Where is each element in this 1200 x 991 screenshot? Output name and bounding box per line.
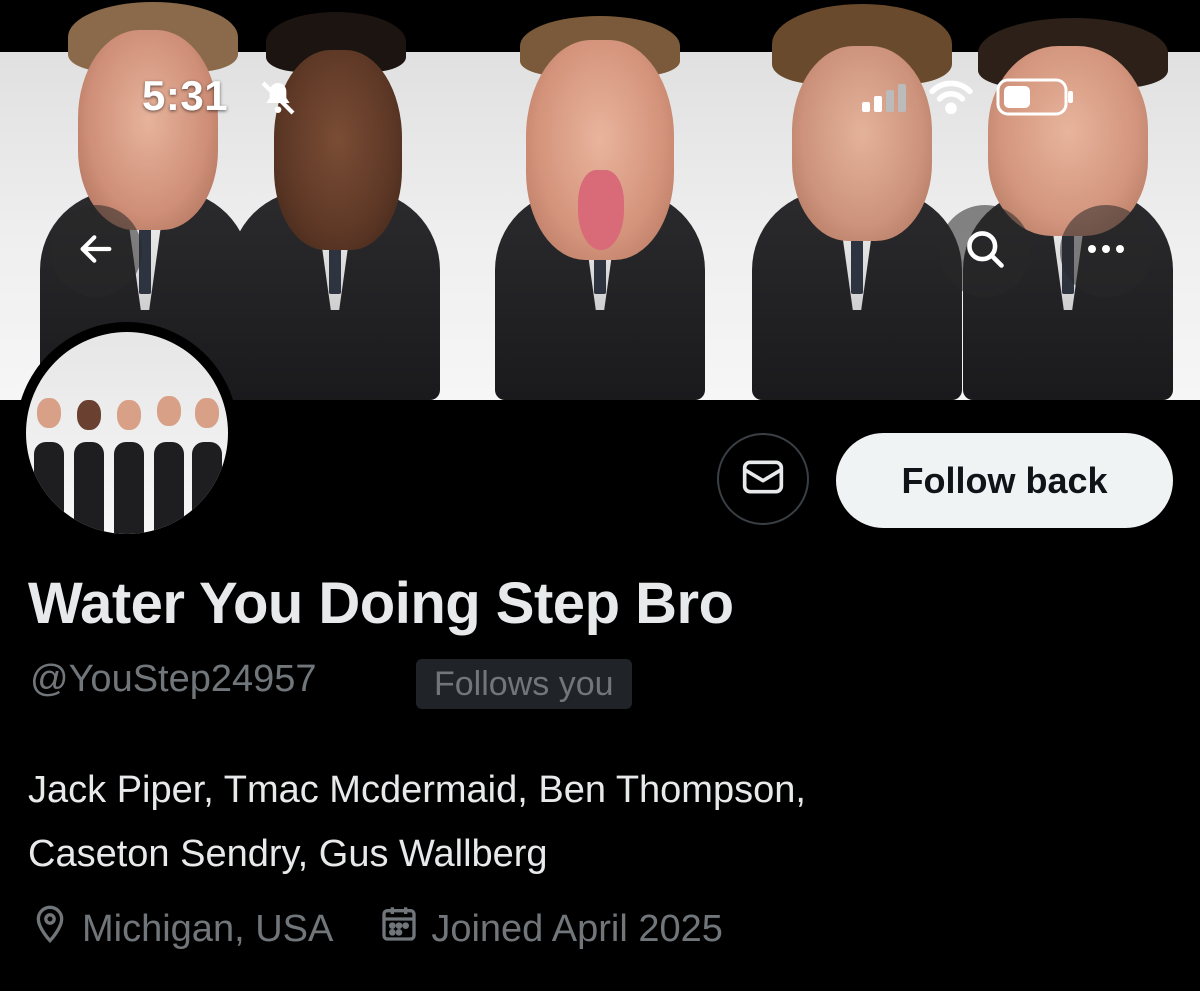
status-time: 5:31 (142, 72, 229, 119)
profile-bio: Jack Piper, Tmac Mcdermaid, Ben Thompson… (28, 758, 1168, 886)
wifi-icon (928, 80, 974, 119)
location-pin-icon (30, 904, 70, 954)
avatar-image (26, 332, 228, 534)
arrow-left-icon (76, 229, 116, 274)
bio-line-1: Jack Piper, Tmac Mcdermaid, Ben Thompson… (28, 769, 806, 811)
follow-back-button[interactable]: Follow back (836, 433, 1173, 528)
follows-you-badge: Follows you (416, 659, 632, 709)
bio-line-2: Caseton Sendry, Gus Wallberg (28, 833, 548, 875)
more-button[interactable] (1060, 205, 1152, 297)
bell-muted-icon (258, 78, 298, 123)
banner-person-5 (958, 0, 1178, 400)
profile-meta: Michigan, USA Joined April 2025 (30, 904, 769, 954)
calendar-icon (379, 904, 419, 954)
status-right-icons (860, 78, 1076, 121)
more-horizontal-icon (1084, 242, 1128, 261)
battery-icon (996, 78, 1076, 121)
banner-person-4 (752, 0, 962, 400)
signal-icon (860, 82, 906, 117)
banner-person-2 (230, 0, 440, 400)
back-button[interactable] (50, 205, 142, 297)
search-icon (963, 227, 1007, 276)
message-button[interactable] (717, 433, 809, 525)
location-item: Michigan, USA (30, 904, 333, 954)
banner-person-3 (490, 0, 710, 400)
profile-avatar[interactable] (16, 322, 238, 544)
joined-text: Joined April 2025 (431, 907, 723, 950)
joined-item: Joined April 2025 (379, 904, 723, 954)
display-name: Water You Doing Step Bro (28, 571, 734, 636)
envelope-icon (741, 458, 785, 501)
search-button[interactable] (939, 205, 1031, 297)
user-handle: @YouStep24957 (30, 658, 317, 700)
location-text: Michigan, USA (82, 907, 334, 950)
